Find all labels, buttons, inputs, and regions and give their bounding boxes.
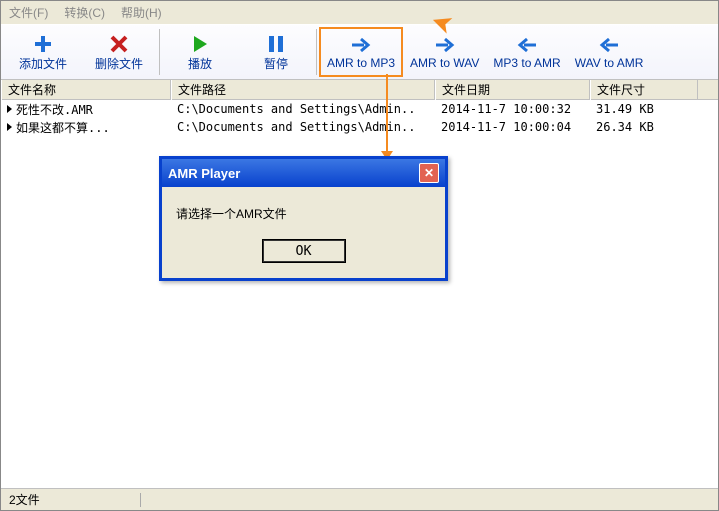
menu-bar: 文件(F) 转换(C) 帮助(H) [1, 1, 718, 25]
amr-to-wav-button[interactable]: AMR to WAV [403, 27, 486, 77]
plus-icon [34, 33, 52, 55]
dialog-title: AMR Player [168, 166, 240, 181]
menu-help[interactable]: 帮助(H) [121, 4, 162, 21]
pause-icon [268, 33, 284, 55]
dialog-titlebar[interactable]: AMR Player ✕ [162, 159, 445, 187]
column-path[interactable]: 文件路径 [171, 79, 435, 100]
arrow-left-icon [599, 34, 619, 56]
amr-to-mp3-button[interactable]: AMR to MP3 [319, 27, 403, 77]
delete-file-button[interactable]: 删除文件 [81, 27, 157, 77]
status-bar: 2文件 [1, 488, 718, 510]
row-marker-icon [7, 105, 12, 113]
column-size[interactable]: 文件尺寸 [590, 79, 698, 100]
file-list-header: 文件名称 文件路径 文件日期 文件尺寸 [1, 80, 718, 100]
status-file-count: 2文件 [9, 491, 40, 508]
arrow-right-icon [351, 34, 371, 56]
menu-file[interactable]: 文件(F) [9, 4, 48, 21]
play-button[interactable]: 播放 [162, 27, 238, 77]
pause-button[interactable]: 暂停 [238, 27, 314, 77]
table-row[interactable]: 死性不改.AMR C:\Documents and Settings\Admin… [1, 100, 718, 118]
add-file-button[interactable]: 添加文件 [5, 27, 81, 77]
row-marker-icon [7, 123, 12, 131]
ok-button[interactable]: OK [263, 240, 345, 262]
column-date[interactable]: 文件日期 [435, 79, 590, 100]
wav-to-amr-button[interactable]: WAV to AMR [568, 27, 651, 77]
alert-dialog: AMR Player ✕ 请选择一个AMR文件 OK [159, 156, 448, 281]
column-name[interactable]: 文件名称 [1, 79, 171, 100]
x-icon [110, 33, 128, 55]
close-icon[interactable]: ✕ [419, 163, 439, 183]
table-row[interactable]: 如果这都不算... C:\Documents and Settings\Admi… [1, 118, 718, 136]
dialog-message: 请选择一个AMR文件 [176, 205, 431, 222]
toolbar: 添加文件 删除文件 播放 暂停 AMR to MP3 AMR to WAV [1, 25, 718, 80]
arrow-right-icon [435, 34, 455, 56]
play-icon [192, 33, 208, 55]
arrow-left-icon [517, 34, 537, 56]
mp3-to-amr-button[interactable]: MP3 to AMR [486, 27, 567, 77]
menu-convert[interactable]: 转换(C) [64, 4, 105, 21]
